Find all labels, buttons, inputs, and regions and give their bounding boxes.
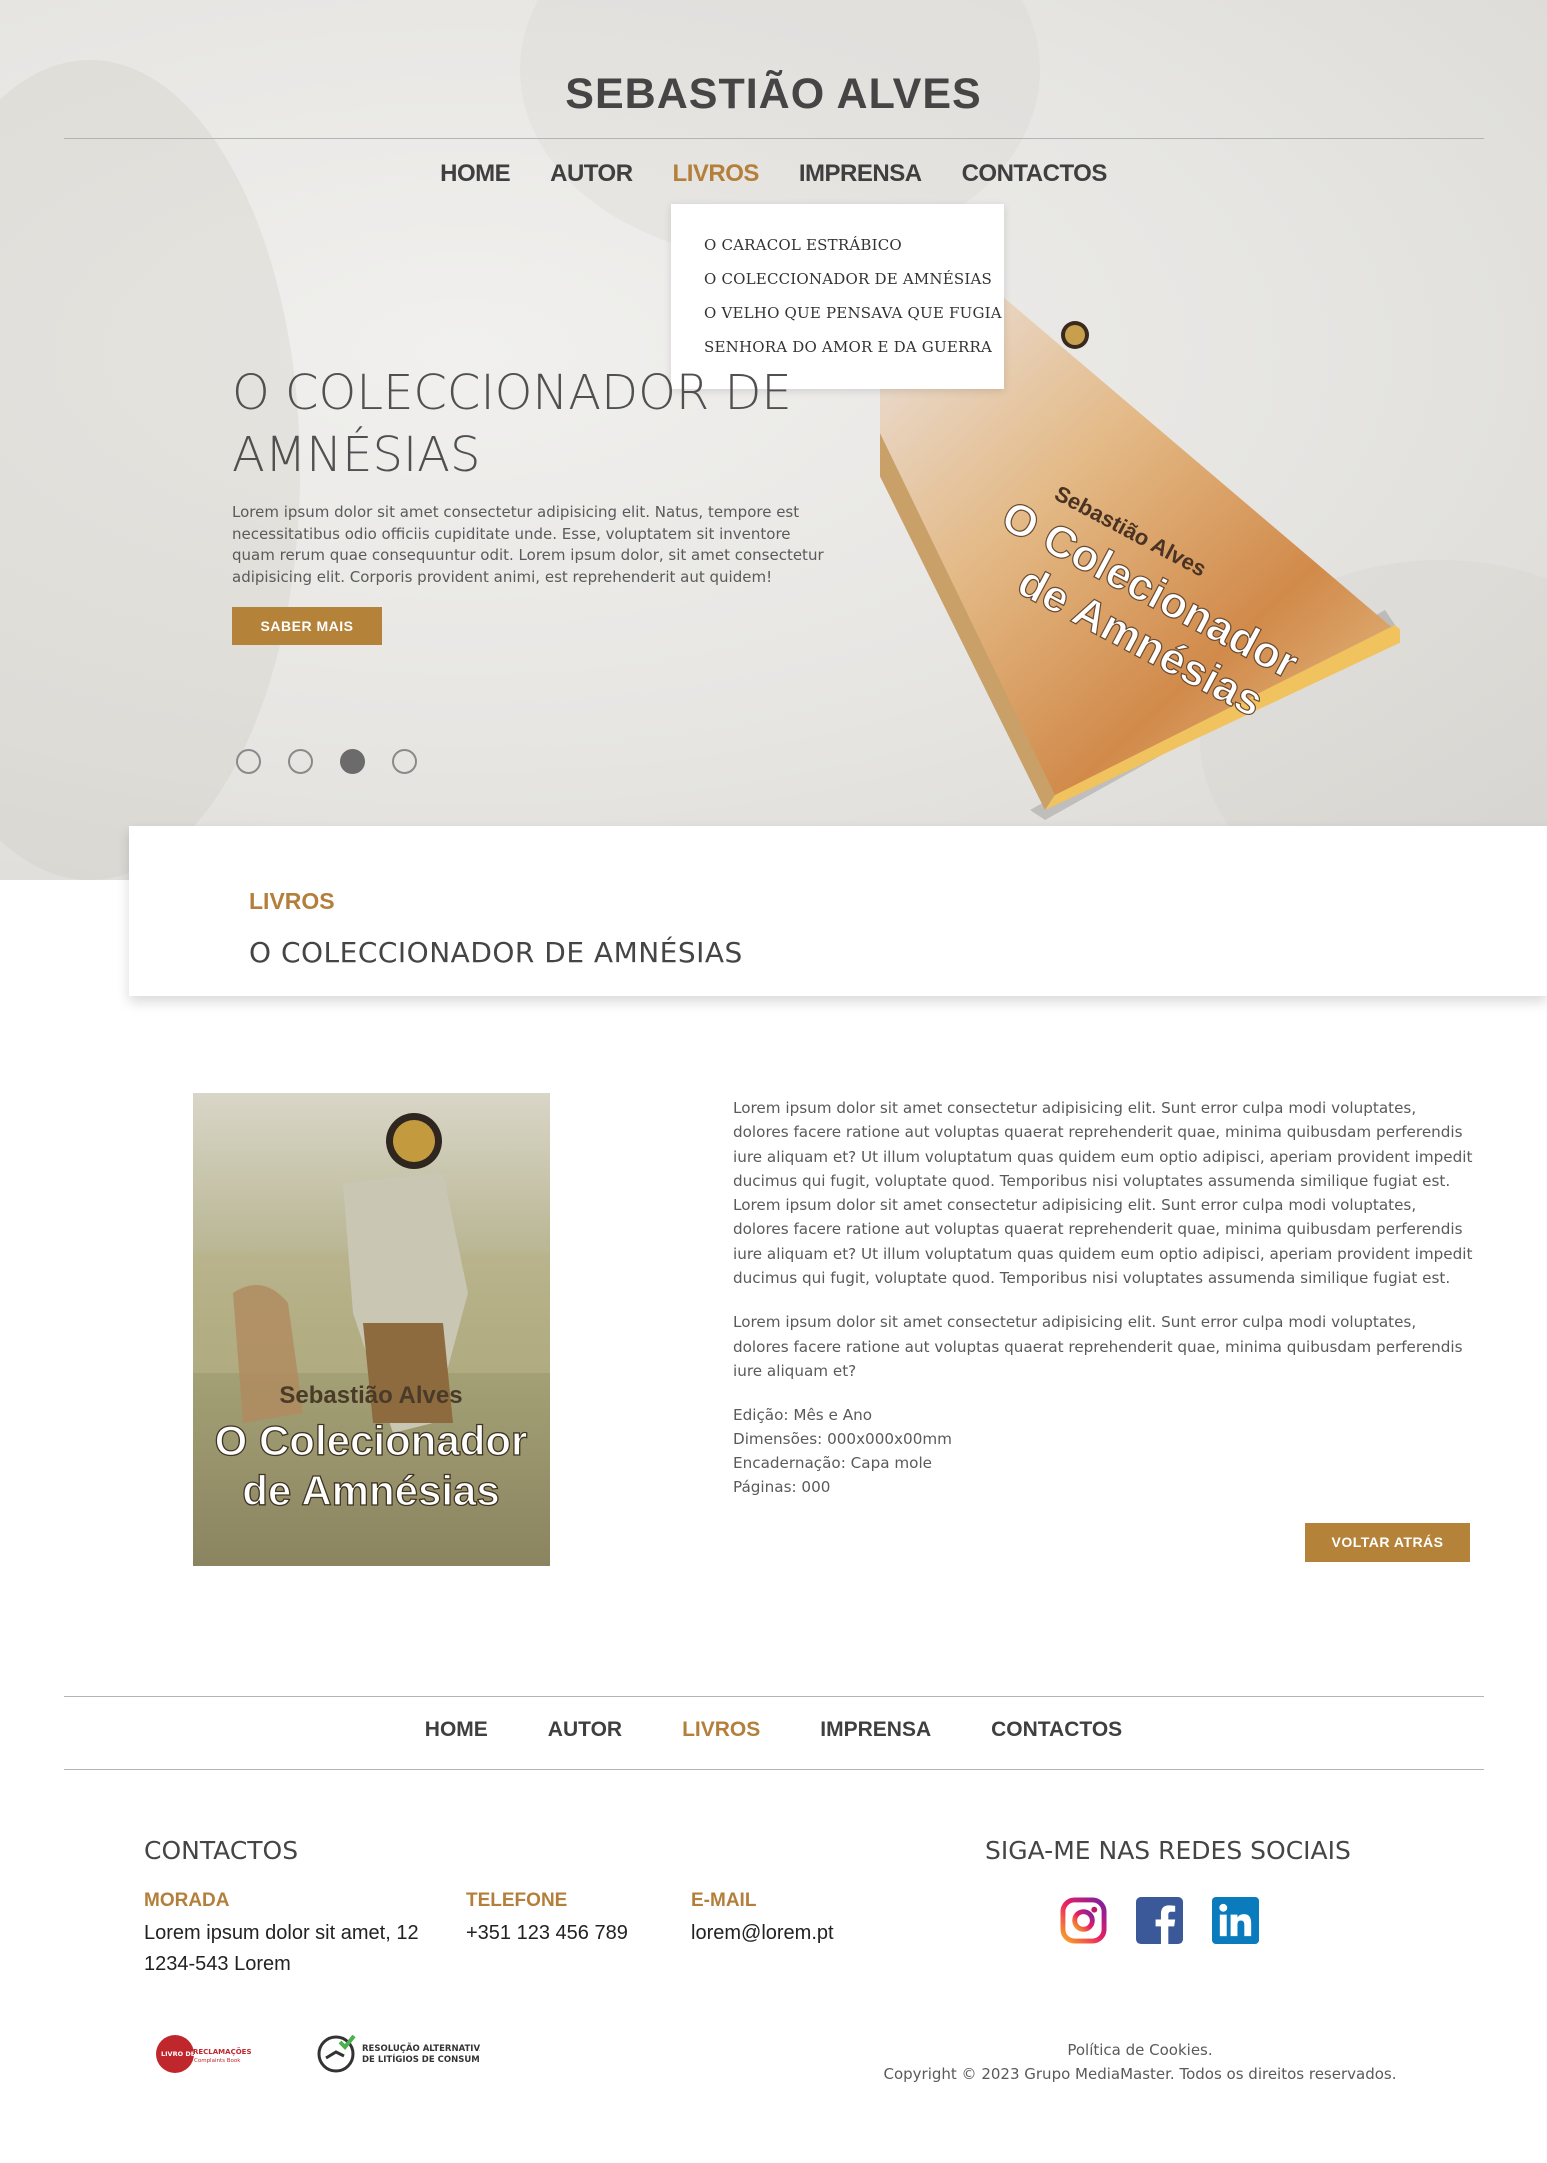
livro-reclamacoes-logo[interactable]: LIVRO DE RECLAMAÇÕES Complaints Book xyxy=(155,2034,255,2074)
footer-nav-autor[interactable]: AUTOR xyxy=(548,1718,622,1742)
section-kicker: LIVROS xyxy=(249,888,335,914)
hero-heading: O COLECCIONADOR DE AMNÉSIAS xyxy=(232,362,832,486)
address-line-2: 1234-543 Lorem xyxy=(144,1953,291,1975)
nav-autor[interactable]: AUTOR xyxy=(550,160,633,188)
address-line-1: Lorem ipsum dolor sit amet, 12 xyxy=(144,1922,419,1944)
dropdown-item[interactable]: O COLECCIONADOR DE AMNÉSIAS xyxy=(704,270,1004,304)
saber-mais-button[interactable]: SABER MAIS xyxy=(232,607,382,645)
spec-encadernacao: Encadernação: Capa mole xyxy=(733,1454,933,1473)
social-title: SIGA-ME NAS REDES SOCIAIS xyxy=(985,1836,1351,1865)
facebook-icon[interactable] xyxy=(1136,1897,1183,1944)
spec-dimensoes: Dimensões: 000x000x00mm xyxy=(733,1430,952,1449)
logo-rec-text-2: RECLAMAÇÕES xyxy=(193,2047,251,2056)
logo-rec-text-1: LIVRO DE xyxy=(161,2050,195,2058)
nav-livros[interactable]: LIVROS xyxy=(673,160,760,188)
cover-author: Sebastião Alves xyxy=(279,1382,462,1409)
spec-edicao: Edição: Mês e Ano xyxy=(733,1406,873,1425)
section-title-card: LIVROS O COLECCIONADOR DE AMNÉSIAS xyxy=(129,826,1547,996)
footer-legal: Política de Cookies. Copyright © 2023 Gr… xyxy=(880,2038,1400,2086)
footer-nav-divider-top xyxy=(64,1696,1484,1697)
instagram-icon[interactable] xyxy=(1060,1897,1107,1944)
email-value[interactable]: lorem@lorem.pt xyxy=(691,1918,834,1949)
email-label: E-MAIL xyxy=(691,1890,757,1911)
address-value: Lorem ipsum dolor sit amet, 12 1234-543 … xyxy=(144,1918,419,1980)
slider-dot-1[interactable] xyxy=(236,749,261,774)
logo-ral-text-1: RESOLUÇÃO ALTERNATIVA xyxy=(362,2043,480,2054)
ral-logo[interactable]: RESOLUÇÃO ALTERNATIVA DE LITÍGIOS DE CON… xyxy=(316,2034,480,2074)
address-label: MORADA xyxy=(144,1890,230,1911)
description-paragraph-1: Lorem ipsum dolor sit amet consectetur a… xyxy=(733,1099,1473,1288)
dropdown-item[interactable]: O VELHO QUE PENSAVA QUE FUGIA xyxy=(704,304,1004,338)
book-specs: Edição: Mês e Ano Dimensões: 000x000x00m… xyxy=(733,1403,1473,1499)
social-links xyxy=(1060,1897,1259,1944)
logo-ral-text-2: DE LITÍGIOS DE CONSUMO xyxy=(362,2053,480,2065)
footer-nav-imprensa[interactable]: IMPRENSA xyxy=(820,1718,931,1742)
slider-dot-3-active[interactable] xyxy=(340,749,365,774)
slider-dots xyxy=(236,749,417,774)
footer-nav-divider-bottom xyxy=(64,1769,1484,1770)
main-nav: HOME AUTOR LIVROS IMPRENSA CONTACTOS xyxy=(0,160,1547,188)
nav-home[interactable]: HOME xyxy=(440,160,511,188)
cover-title-1: O Colecionador xyxy=(215,1417,528,1464)
book-cover-image: Sebastião Alves O Colecionador de Amnési… xyxy=(193,1093,550,1566)
footer-contacts-title: CONTACTOS xyxy=(144,1836,299,1865)
header-divider xyxy=(64,138,1484,139)
book-description: Lorem ipsum dolor sit amet consectetur a… xyxy=(733,1096,1473,1499)
slider-dot-4[interactable] xyxy=(392,749,417,774)
phone-value[interactable]: +351 123 456 789 xyxy=(466,1918,628,1949)
copyright: Copyright © 2023 Grupo MediaMaster. Todo… xyxy=(883,2065,1397,2083)
linkedin-icon[interactable] xyxy=(1212,1897,1259,1944)
site-title: SEBASTIÃO ALVES xyxy=(565,70,982,118)
cover-title-2: de Amnésias xyxy=(242,1467,500,1514)
hero-description: Lorem ipsum dolor sit amet consectetur a… xyxy=(232,503,824,586)
hero-heading-line2: AMNÉSIAS xyxy=(232,427,481,483)
footer-nav-home[interactable]: HOME xyxy=(425,1718,488,1742)
dropdown-item[interactable]: O CARACOL ESTRÁBICO xyxy=(704,236,1004,270)
hero-heading-line1: O COLECCIONADOR DE xyxy=(232,365,792,421)
nav-imprensa[interactable]: IMPRENSA xyxy=(799,160,922,188)
nav-contactos[interactable]: CONTACTOS xyxy=(962,160,1108,188)
footer-nav-livros[interactable]: LIVROS xyxy=(682,1718,760,1742)
voltar-atras-button[interactable]: VOLTAR ATRÁS xyxy=(1305,1523,1470,1562)
description-paragraph-2: Lorem ipsum dolor sit amet consectetur a… xyxy=(733,1313,1463,1380)
logo-rec-text-3: Complaints Book xyxy=(194,2058,241,2064)
section-title: O COLECCIONADOR DE AMNÉSIAS xyxy=(249,936,743,969)
footer-nav: HOME AUTOR LIVROS IMPRENSA CONTACTOS xyxy=(0,1718,1547,1742)
footer-nav-contactos[interactable]: CONTACTOS xyxy=(991,1718,1122,1742)
spec-paginas: Páginas: 000 xyxy=(733,1478,831,1497)
cookies-link[interactable]: Política de Cookies. xyxy=(880,2038,1400,2062)
slider-dot-2[interactable] xyxy=(288,749,313,774)
phone-label: TELEFONE xyxy=(466,1890,568,1911)
